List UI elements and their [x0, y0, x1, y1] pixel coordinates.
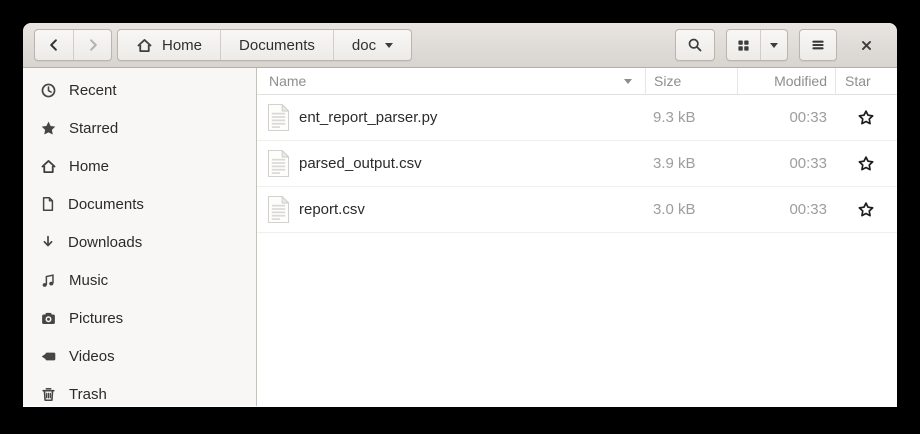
sidebar-item[interactable]: Starred [23, 109, 256, 147]
file-manager-window: Home Documents doc Recent Starred Home D… [23, 23, 897, 407]
menu-button[interactable] [799, 29, 837, 61]
clock-icon [40, 82, 57, 99]
breadcrumb-home[interactable]: Home [118, 30, 220, 60]
download-arrow-icon [40, 234, 56, 250]
sidebar-item-label: Pictures [69, 309, 124, 327]
forward-button[interactable] [73, 30, 111, 60]
view-options-button[interactable] [760, 30, 787, 60]
file-row[interactable]: ent_report_parser.py 9.3 kB 00:33 [257, 95, 897, 141]
file-list-pane: Name Size Modified Star ent_report_parse… [257, 68, 897, 406]
search-icon [687, 37, 703, 53]
file-size: 3.0 kB [653, 201, 696, 218]
back-button[interactable] [35, 30, 73, 60]
breadcrumb-label: Home [162, 36, 203, 54]
sidebar-item-label: Music [69, 271, 109, 289]
search-button[interactable] [675, 29, 715, 61]
text-file-icon [267, 195, 290, 224]
sidebar-item[interactable]: Videos [23, 337, 256, 375]
file-name: parsed_output.csv [299, 155, 422, 172]
star-filled-icon [40, 120, 57, 137]
breadcrumb-label: Documents [239, 36, 315, 54]
star-outline-icon [857, 109, 875, 127]
star-cell [835, 151, 897, 177]
chevron-down-icon [385, 42, 394, 48]
breadcrumb-label: doc [351, 36, 377, 54]
file-name: report.csv [299, 201, 365, 218]
video-camera-icon [40, 348, 57, 365]
sidebar-item-label: Documents [68, 195, 144, 213]
file-size: 3.9 kB [653, 155, 696, 172]
sidebar-item-label: Recent [69, 81, 117, 99]
view-switcher [726, 29, 788, 61]
list-column-headers: Name Size Modified Star [257, 68, 897, 95]
star-cell [835, 197, 897, 223]
text-file-icon [267, 103, 290, 132]
header-bar: Home Documents doc [23, 23, 897, 68]
trash-icon [40, 386, 57, 403]
file-modified-time: 00:33 [789, 201, 827, 218]
desktop-background: Home Documents doc Recent Starred Home D… [0, 0, 920, 434]
file-name: ent_report_parser.py [299, 109, 438, 126]
sidebar-item[interactable]: Trash [23, 375, 256, 406]
home-icon [40, 158, 57, 175]
grid-view-icon [736, 38, 751, 53]
file-row[interactable]: parsed_output.csv 3.9 kB 00:33 [257, 141, 897, 187]
sidebar-item-label: Downloads [68, 233, 143, 251]
sidebar: Recent Starred Home Documents Downloads … [23, 68, 257, 406]
document-icon [40, 196, 56, 212]
back-icon [46, 37, 62, 53]
sidebar-item[interactable]: Downloads [23, 223, 256, 261]
file-modified-time: 00:33 [789, 155, 827, 172]
chevron-down-icon [770, 42, 778, 48]
close-icon [859, 38, 874, 53]
sidebar-item[interactable]: Recent [23, 71, 256, 109]
file-row[interactable]: report.csv 3.0 kB 00:33 [257, 187, 897, 233]
text-file-icon [267, 149, 290, 178]
sidebar-item[interactable]: Home [23, 147, 256, 185]
sidebar-item-label: Trash [69, 385, 107, 403]
sidebar-item[interactable]: Documents [23, 185, 256, 223]
column-header-modified[interactable]: Modified [737, 68, 835, 94]
sidebar-item[interactable]: Pictures [23, 299, 256, 337]
star-outline-icon [857, 201, 875, 219]
file-size: 9.3 kB [653, 109, 696, 126]
camera-icon [40, 310, 57, 327]
window-body: Recent Starred Home Documents Downloads … [23, 68, 897, 406]
breadcrumb-documents[interactable]: Documents [220, 30, 333, 60]
sidebar-item-label: Starred [69, 119, 119, 137]
column-header-star[interactable]: Star [835, 68, 897, 94]
star-toggle-button[interactable] [853, 151, 879, 177]
forward-icon [85, 37, 101, 53]
close-button[interactable] [851, 30, 881, 60]
sort-descending-icon [624, 78, 632, 84]
home-icon [136, 37, 153, 54]
sidebar-item-label: Videos [69, 347, 115, 365]
navigation-buttons [34, 29, 112, 61]
file-modified-time: 00:33 [789, 109, 827, 126]
star-toggle-button[interactable] [853, 105, 879, 131]
path-bar: Home Documents doc [117, 29, 413, 61]
star-cell [835, 105, 897, 131]
file-rows: ent_report_parser.py 9.3 kB 00:33 parsed… [257, 95, 897, 233]
hamburger-menu-icon [810, 37, 826, 53]
breadcrumb-current-folder[interactable]: doc [332, 30, 411, 60]
music-notes-icon [40, 272, 57, 289]
column-header-name[interactable]: Name [257, 68, 645, 94]
sidebar-item[interactable]: Music [23, 261, 256, 299]
star-outline-icon [857, 155, 875, 173]
star-toggle-button[interactable] [853, 197, 879, 223]
sidebar-item-label: Home [69, 157, 110, 175]
column-header-size[interactable]: Size [645, 68, 737, 94]
view-grid-button[interactable] [727, 30, 760, 60]
